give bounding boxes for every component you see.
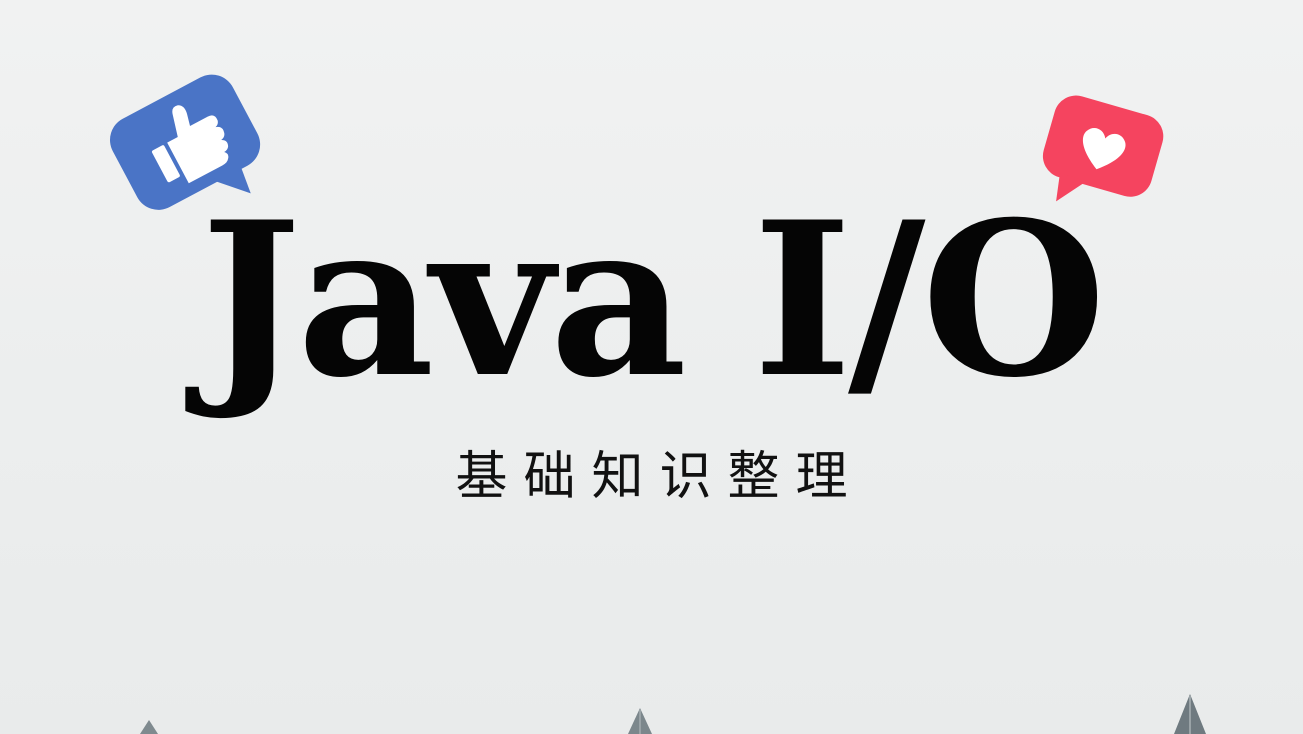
cover-title: Java I/O xyxy=(200,175,1106,424)
cover-image: Java I/O 基础知识整理 xyxy=(0,0,1303,734)
cover-subtitle: 基础知识整理 xyxy=(455,447,864,507)
spire-left xyxy=(140,720,158,734)
spire-right xyxy=(1174,694,1206,734)
spire-middle xyxy=(628,708,652,734)
